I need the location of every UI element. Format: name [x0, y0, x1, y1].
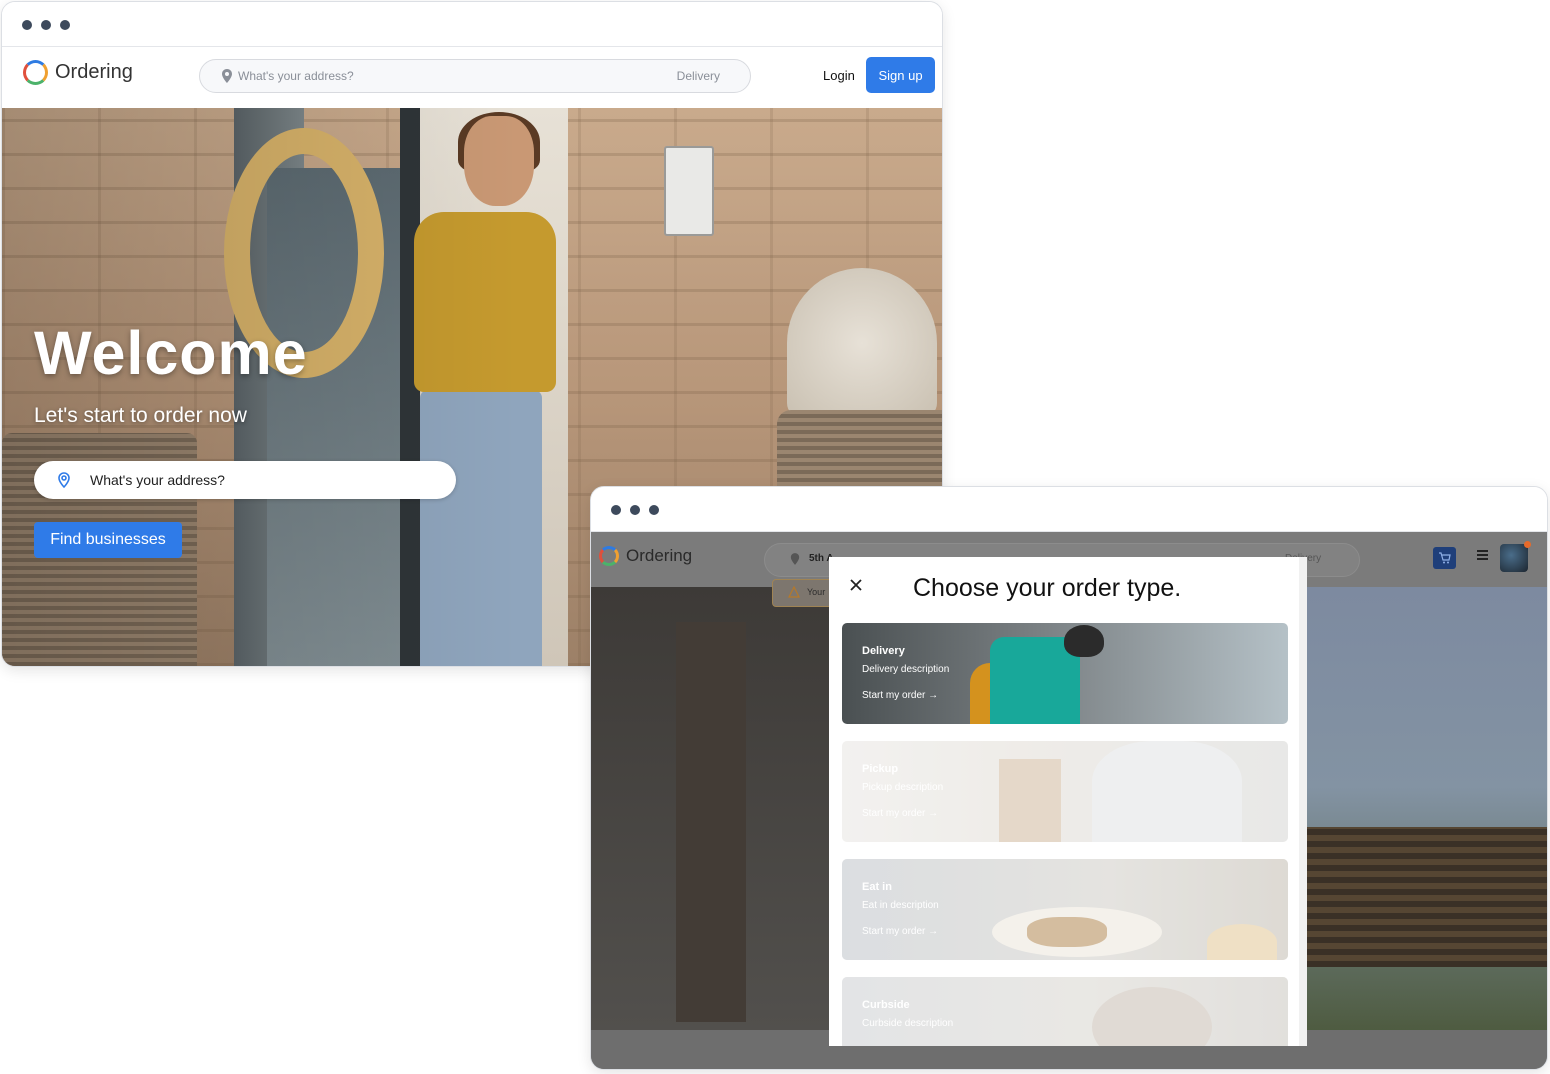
card-description: Eat in description [862, 900, 939, 911]
notification-dot [1524, 541, 1531, 548]
page-backdrop: Ordering 5th A Delivery [591, 532, 1547, 1069]
window-dot [649, 505, 659, 515]
background-photo-door [676, 622, 746, 1022]
top-navbar: Ordering What's your address? Delivery L… [2, 47, 942, 108]
ordering-logo[interactable]: Ordering [23, 60, 133, 85]
card-description: Pickup description [862, 782, 944, 793]
logo-text: Ordering [626, 546, 693, 565]
card-title: Eat in [862, 881, 892, 893]
location-pin-icon [790, 553, 800, 565]
window-titlebar [2, 2, 942, 47]
card-description: Delivery description [862, 664, 950, 675]
location-pin-icon [58, 472, 70, 488]
warning-text: Your [807, 587, 826, 597]
header-address-placeholder: What's your address? [238, 69, 354, 83]
hero-subtitle: Let's start to order now [34, 404, 247, 427]
order-type-modal: Choose your order type. Delivery Deliver… [829, 557, 1307, 1046]
card-photo-helmet [1064, 625, 1104, 657]
hero-address-input[interactable]: What's your address? [34, 461, 456, 499]
window-titlebar [591, 487, 1547, 532]
window-dot [60, 20, 70, 30]
menu-icon[interactable] [1477, 550, 1488, 560]
close-icon[interactable] [848, 577, 864, 593]
location-pin-icon [222, 69, 232, 83]
window-dot [611, 505, 621, 515]
window-dot [22, 20, 32, 30]
order-type-card-curbside[interactable]: Curbside Curbside description [842, 977, 1288, 1046]
start-order-link[interactable]: Start my order → [862, 808, 938, 819]
logo-ring-icon [599, 546, 619, 566]
window-dot [41, 20, 51, 30]
avatar[interactable] [1500, 541, 1531, 572]
window-dot [630, 505, 640, 515]
cart-button[interactable] [1433, 547, 1456, 569]
signup-button[interactable]: Sign up [866, 57, 935, 93]
card-fade-overlay [842, 977, 1288, 1046]
warning-icon [788, 586, 800, 598]
card-title: Delivery [862, 645, 905, 657]
browser-window-order-type: Ordering 5th A Delivery [590, 486, 1548, 1070]
header-address-search[interactable]: What's your address? Delivery [199, 59, 751, 93]
hero-address-placeholder: What's your address? [90, 472, 225, 488]
start-order-link[interactable]: Start my order → [862, 926, 938, 937]
modal-scrollbar[interactable] [1299, 557, 1307, 1046]
ordering-logo[interactable]: Ordering [599, 546, 692, 566]
start-order-link[interactable]: Start my order → [862, 690, 938, 701]
order-type-card-pickup[interactable]: Pickup Pickup description Start my order… [842, 741, 1288, 842]
window-controls [22, 20, 70, 30]
logo-ring-icon [23, 60, 48, 85]
login-link[interactable]: Login [823, 68, 855, 83]
background-photo-fence [1307, 827, 1547, 967]
cart-icon [1439, 552, 1451, 564]
order-type-card-delivery[interactable]: Delivery Delivery description Start my o… [842, 623, 1288, 724]
card-title: Curbside [862, 999, 910, 1011]
window-controls [611, 505, 659, 515]
order-mode-selector[interactable]: Delivery [677, 69, 720, 83]
find-businesses-button[interactable]: Find businesses [34, 522, 182, 558]
card-title: Pickup [862, 763, 899, 775]
modal-title: Choose your order type. [913, 574, 1182, 602]
card-description: Curbside description [862, 1018, 954, 1029]
hero-title: Welcome [34, 319, 308, 387]
order-type-card-eat-in[interactable]: Eat in Eat in description Start my order… [842, 859, 1288, 960]
logo-text: Ordering [55, 61, 133, 83]
